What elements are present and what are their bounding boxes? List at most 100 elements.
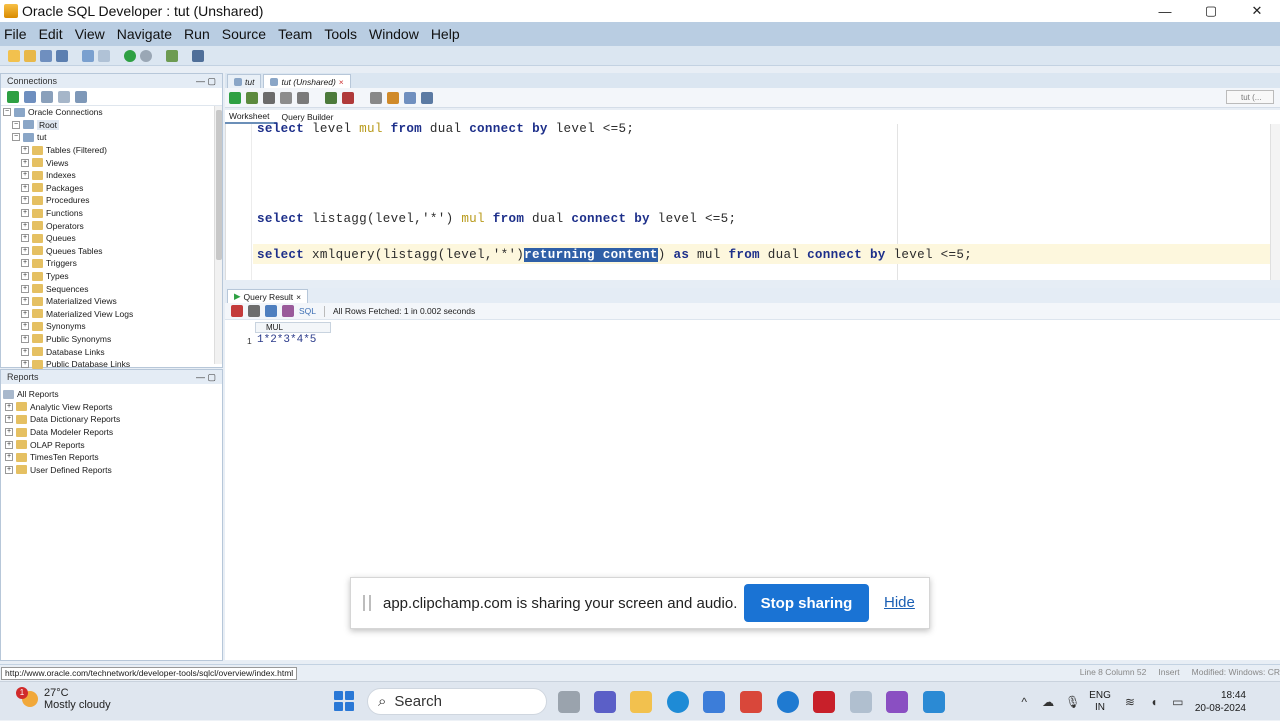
undo-icon[interactable] — [82, 49, 94, 62]
refresh-icon[interactable] — [24, 90, 36, 103]
tns-icon[interactable] — [75, 90, 87, 103]
windows-start-icon[interactable] — [334, 691, 354, 711]
microphone-icon[interactable]: 🎙 — [1065, 696, 1080, 708]
connections-scrollbar[interactable] — [214, 106, 222, 364]
autotrace-icon[interactable] — [263, 91, 275, 104]
close-tab-icon[interactable]: × — [339, 77, 344, 87]
office-icon[interactable] — [740, 691, 762, 713]
run-script-icon[interactable] — [246, 91, 258, 104]
close-button[interactable]: ✕ — [1234, 0, 1280, 22]
tree-item-synonyms[interactable]: + Synonyms — [3, 320, 222, 333]
expand-icon[interactable]: + — [21, 209, 29, 218]
editor-results-splitter[interactable] — [225, 280, 1280, 288]
teams-icon[interactable] — [594, 691, 616, 713]
report-item-data-dictionary-reports[interactable]: + Data Dictionary Reports — [3, 413, 222, 426]
schema-browser-icon[interactable] — [58, 90, 70, 103]
open-icon[interactable] — [24, 49, 36, 62]
tree-item-public-synonyms[interactable]: + Public Synonyms — [3, 333, 222, 346]
report-item-olap-reports[interactable]: + OLAP Reports — [3, 438, 222, 451]
tab-query-result[interactable]: ▶ Query Result × — [227, 289, 309, 303]
tree-item-procedures[interactable]: + Procedures — [3, 194, 222, 207]
commit-icon[interactable] — [280, 91, 292, 104]
wifi-icon[interactable]: ≋ — [1123, 696, 1137, 708]
taskbar-search[interactable]: ⌕ Search — [367, 688, 547, 715]
tree-item-queues[interactable]: + Queues — [3, 232, 222, 245]
clipchamp-icon[interactable] — [886, 691, 908, 713]
help-icon[interactable] — [777, 691, 799, 713]
stop-sharing-button[interactable]: Stop sharing — [744, 584, 869, 622]
expand-icon[interactable]: + — [21, 234, 29, 243]
collapse-icon[interactable]: − — [3, 108, 11, 117]
explain-plan-icon[interactable] — [325, 91, 337, 104]
column-header-mul[interactable]: MUL — [255, 322, 331, 333]
tree-item-database-links[interactable]: + Database Links — [3, 345, 222, 358]
sql-developer-taskbar-icon[interactable] — [850, 691, 872, 713]
menu-tools[interactable]: Tools — [324, 26, 357, 42]
tree-item-sequences[interactable]: + Sequences — [3, 282, 222, 295]
sql-link[interactable]: SQL — [299, 306, 316, 316]
screen-icon[interactable] — [923, 691, 945, 713]
tree-item-tut[interactable]: − tut — [3, 131, 222, 144]
minimize-pane-icon[interactable]: — ▢ — [196, 372, 216, 383]
expand-icon[interactable]: + — [21, 360, 29, 369]
migrate-icon[interactable] — [166, 49, 178, 62]
find-icon[interactable] — [421, 91, 433, 104]
chevron-up-icon[interactable]: ^ — [1017, 696, 1031, 708]
menu-team[interactable]: Team — [278, 26, 312, 42]
report-item-data-modeler-reports[interactable]: + Data Modeler Reports — [3, 426, 222, 439]
minimize-button[interactable]: — — [1142, 0, 1188, 22]
expand-icon[interactable]: + — [21, 297, 29, 306]
expand-icon[interactable]: + — [21, 309, 29, 318]
report-item-timesten-reports[interactable]: + TimesTen Reports — [3, 451, 222, 464]
expand-icon[interactable]: + — [21, 284, 29, 293]
clear-icon[interactable] — [387, 91, 399, 104]
code-line-3[interactable]: select xmlquery(listagg(level,'*')return… — [257, 248, 972, 262]
expand-icon[interactable]: + — [5, 465, 13, 474]
save-all-icon[interactable] — [56, 49, 68, 62]
expand-icon[interactable]: + — [21, 259, 29, 268]
close-tab-icon[interactable]: × — [296, 292, 301, 302]
report-item-analytic-view-reports[interactable]: + Analytic View Reports — [3, 401, 222, 414]
tree-item-views[interactable]: + Views — [3, 156, 222, 169]
menu-source[interactable]: Source — [222, 26, 266, 42]
editor-scrollbar[interactable] — [1270, 124, 1280, 280]
add-connection-icon[interactable] — [7, 90, 19, 103]
format-icon[interactable] — [370, 91, 382, 104]
tree-item-root[interactable]: − Root — [3, 119, 222, 132]
expand-icon[interactable]: + — [21, 146, 29, 155]
expand-icon[interactable]: + — [21, 322, 29, 331]
refresh-icon[interactable] — [265, 305, 277, 317]
tree-item-triggers[interactable]: + Triggers — [3, 257, 222, 270]
battery-icon[interactable]: ▭ — [1171, 696, 1185, 708]
onedrive-icon[interactable]: ☁ — [1041, 696, 1055, 708]
result-cell[interactable]: 1*2*3*4*5 — [257, 334, 316, 346]
weather-widget[interactable]: 1 27°C Mostly cloudy — [16, 687, 111, 711]
expand-icon[interactable]: + — [21, 196, 29, 205]
drag-handle-icon[interactable] — [363, 595, 371, 611]
mail-icon[interactable] — [703, 691, 725, 713]
tree-item-materialized-views[interactable]: + Materialized Views — [3, 295, 222, 308]
new-icon[interactable] — [8, 49, 20, 62]
tab-tut[interactable]: tut — [227, 74, 262, 88]
expand-icon[interactable]: + — [5, 402, 13, 411]
history-icon[interactable] — [404, 91, 416, 104]
edge-icon[interactable] — [667, 691, 689, 713]
tree-item-queues-tables[interactable]: + Queues Tables — [3, 245, 222, 258]
expand-icon[interactable]: + — [21, 183, 29, 192]
menu-help[interactable]: Help — [431, 26, 460, 42]
tab-tut-unshared[interactable]: tut (Unshared) × — [263, 74, 351, 88]
pin-icon[interactable] — [231, 305, 243, 317]
report-item-all-reports[interactable]: All Reports — [3, 388, 222, 401]
hide-link[interactable]: Hide — [884, 594, 915, 611]
expand-icon[interactable]: + — [21, 347, 29, 356]
tree-item-functions[interactable]: + Functions — [3, 207, 222, 220]
tree-item-indexes[interactable]: + Indexes — [3, 169, 222, 182]
expand-icon[interactable]: + — [21, 272, 29, 281]
menu-file[interactable]: File — [4, 26, 27, 42]
expand-icon[interactable]: + — [21, 246, 29, 255]
report-item-user-defined-reports[interactable]: + User Defined Reports — [3, 464, 222, 477]
expand-icon[interactable]: − — [12, 133, 20, 142]
menu-window[interactable]: Window — [369, 26, 419, 42]
mcafee-icon[interactable] — [813, 691, 835, 713]
expand-icon[interactable]: + — [21, 171, 29, 180]
